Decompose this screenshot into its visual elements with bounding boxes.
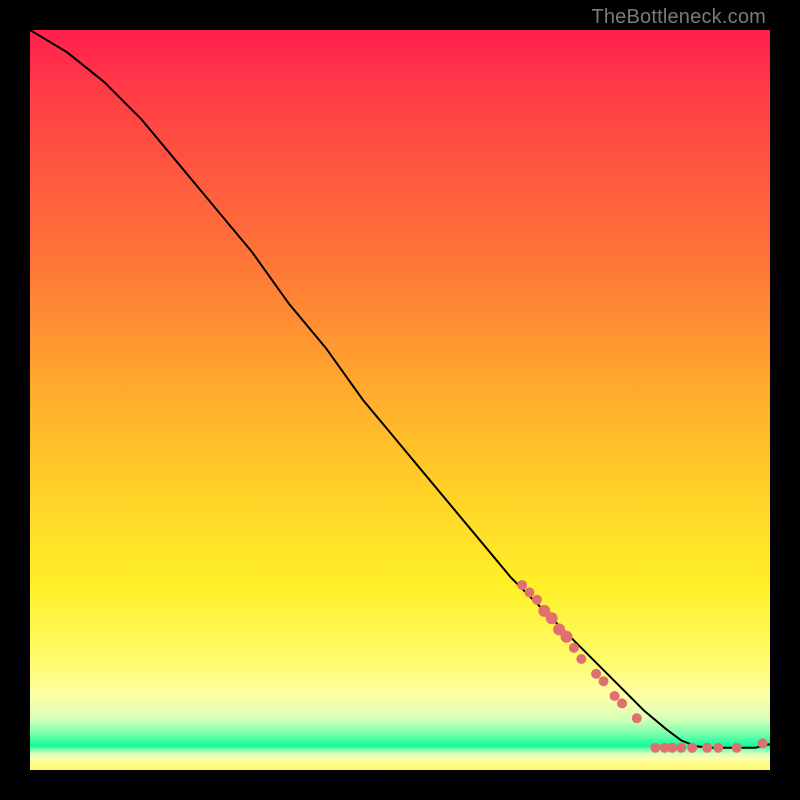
data-marker	[650, 743, 660, 753]
data-marker	[532, 595, 542, 605]
data-marker	[732, 743, 742, 753]
data-marker	[561, 631, 573, 643]
data-marker	[617, 698, 627, 708]
marker-series	[517, 580, 768, 753]
data-marker	[591, 669, 601, 679]
plot-area	[30, 30, 770, 770]
data-marker	[702, 743, 712, 753]
chart-svg	[30, 30, 770, 770]
data-marker	[687, 743, 697, 753]
chart-frame: TheBottleneck.com	[0, 0, 800, 800]
data-marker	[599, 676, 609, 686]
data-marker	[517, 580, 527, 590]
data-marker	[758, 738, 768, 748]
data-marker	[525, 587, 535, 597]
data-marker	[569, 643, 579, 653]
bottleneck-curve-path	[30, 30, 770, 748]
data-marker	[546, 612, 558, 624]
line-series	[30, 30, 770, 748]
data-marker	[610, 691, 620, 701]
data-marker	[676, 743, 686, 753]
data-marker	[713, 743, 723, 753]
data-marker	[576, 654, 586, 664]
data-marker	[667, 743, 677, 753]
watermark-text: TheBottleneck.com	[591, 6, 766, 29]
data-marker	[632, 713, 642, 723]
